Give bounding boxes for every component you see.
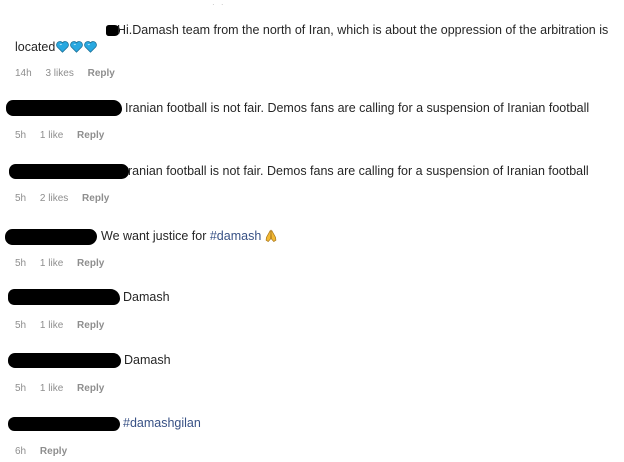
like-count[interactable]: 1 like <box>40 130 63 141</box>
comment-item: #damashgilan 6h Reply <box>0 415 624 457</box>
reply-button[interactable]: Reply <box>82 193 109 204</box>
comment-item: Damash 5h 1 like Reply <box>0 289 624 331</box>
comment-text: Damash <box>123 290 170 304</box>
comment-body: We want justice for #damash <box>0 228 624 245</box>
comment-body: Iranian football is not fair. Demos fans… <box>0 100 624 117</box>
comment-text: Damash <box>124 353 171 367</box>
comment-time: 6h <box>15 446 27 457</box>
comment-time: 5h <box>15 193 27 204</box>
comment-time: 14h <box>15 68 32 79</box>
comment-item: We want justice for #damash 5h 1 like Re… <box>0 228 624 269</box>
comment-text: We want justice for <box>101 229 210 243</box>
reply-button[interactable]: Reply <box>77 383 104 394</box>
like-count[interactable]: 1 like <box>40 383 63 394</box>
reply-button[interactable]: Reply <box>77 130 104 141</box>
comment-time: 5h <box>15 130 27 141</box>
like-count[interactable]: 3 likes <box>45 68 73 79</box>
folded-hands-icon <box>264 229 278 248</box>
hashtag-link[interactable]: #damashgilan <box>123 415 201 432</box>
comment-text-continued: located <box>15 39 98 58</box>
like-count[interactable]: 2 likes <box>40 193 68 204</box>
redacted-username <box>8 417 120 431</box>
comment-body: #damashgilan <box>0 415 624 432</box>
redacted-username <box>6 100 122 116</box>
comment-body: Damash <box>0 352 624 369</box>
reply-button[interactable]: Reply <box>77 320 104 331</box>
reply-button[interactable]: Reply <box>88 68 115 79</box>
reply-button[interactable]: Reply <box>77 258 104 269</box>
comment-body: Hi.Damash team from the north of Iran, w… <box>0 22 624 39</box>
comment-time: 5h <box>15 320 27 331</box>
comment-body: Damash <box>0 289 624 306</box>
blue-heart-icon <box>56 41 98 58</box>
reply-button[interactable]: Reply <box>40 446 67 457</box>
redacted-username <box>5 229 97 245</box>
comment-meta: 5h 1 like Reply <box>15 320 115 331</box>
comment-meta: 6h Reply <box>15 446 78 457</box>
comment-meta: 5h 2 likes Reply <box>15 193 120 204</box>
redacted-username <box>8 289 120 305</box>
redacted-username <box>9 164 129 179</box>
comment-item: Iranian football is not fair. Demos fans… <box>0 100 624 141</box>
redacted-username <box>8 353 121 368</box>
comment-item: ranian football is not fair. Demos fans … <box>0 163 624 204</box>
comment-text: Iranian football is not fair. Demos fans… <box>125 101 590 115</box>
comment-text-wrap: We want justice for #damash <box>101 228 278 248</box>
comment-text: Hi.Damash team from the north of Iran, w… <box>117 23 609 37</box>
comment-text-line2: located <box>15 40 56 54</box>
comment-meta: 5h 1 like Reply <box>15 383 115 394</box>
comment-time: 5h <box>15 258 27 269</box>
hashtag-link[interactable]: #damash <box>210 229 261 243</box>
comment-meta: 14h 3 likes Reply <box>15 68 126 79</box>
like-count[interactable]: 1 like <box>40 258 63 269</box>
comment-meta: 5h 1 like Reply <box>15 258 115 269</box>
comment-meta: 5h 1 like Reply <box>15 130 115 141</box>
comment-body: ranian football is not fair. Demos fans … <box>0 163 624 180</box>
comment-item: Hi.Damash team from the north of Iran, w… <box>0 22 624 79</box>
comment-item: Damash 5h 1 like Reply <box>0 352 624 394</box>
like-count[interactable]: 1 like <box>40 320 63 331</box>
scroll-artifact: · · <box>212 0 226 9</box>
comment-text: ranian football is not fair. Demos fans … <box>128 164 589 178</box>
comment-time: 5h <box>15 383 27 394</box>
